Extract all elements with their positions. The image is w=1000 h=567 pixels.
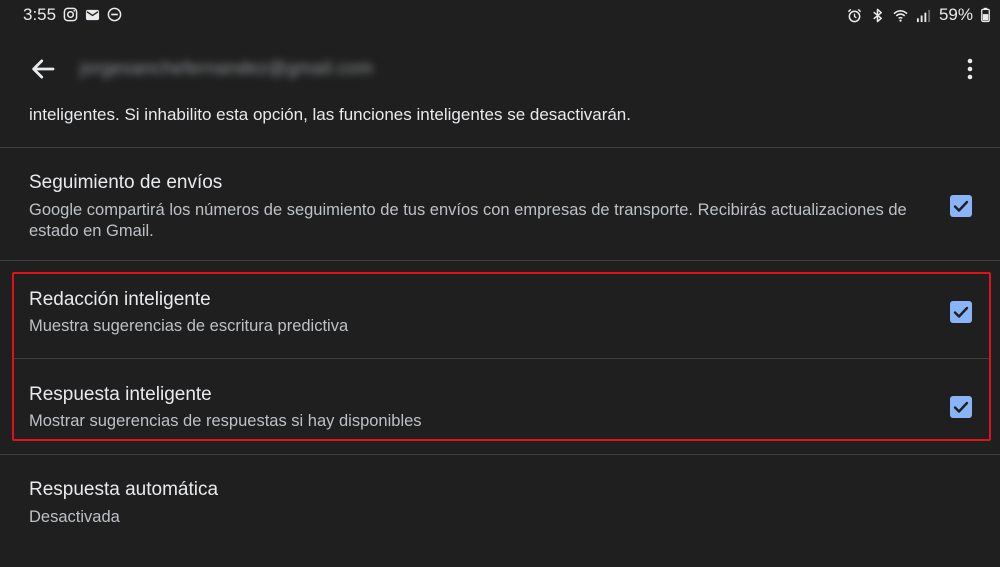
status-system-icons: 59% [847, 5, 990, 25]
package-tracking-checkbox[interactable] [950, 195, 972, 217]
alarm-icon [847, 8, 862, 22]
setting-title: Seguimiento de envíos [29, 172, 223, 193]
app-bar: jorgesanchefernandez@gmail.com [0, 40, 1000, 96]
setting-title: Redacción inteligente [29, 289, 211, 310]
setting-smart-compose[interactable]: Redacción inteligente Muestra sugerencia… [0, 274, 1000, 358]
arrow-back-icon [32, 59, 55, 79]
setting-description: Muestra sugerencias de escritura predict… [29, 317, 349, 335]
status-time: 3:55 [23, 5, 57, 24]
status-bar: 3:55 59% [0, 0, 1000, 30]
setting-auto-reply[interactable]: Respuesta automática Desactivada [0, 455, 1000, 567]
overflow-menu-button[interactable] [958, 56, 982, 82]
back-button[interactable] [28, 54, 58, 84]
smart-compose-checkbox[interactable] [950, 301, 972, 323]
setting-status: Desactivada [29, 508, 120, 526]
divider [0, 260, 1000, 261]
setting-title: Respuesta automática [29, 479, 219, 500]
check-icon [953, 401, 969, 413]
account-email: jorgesanchefernandez@gmail.com [80, 58, 374, 78]
check-icon [953, 200, 969, 212]
mail-notification-icon [85, 9, 100, 21]
setting-title: Respuesta inteligente [29, 384, 212, 405]
do-not-disturb-icon [107, 7, 122, 22]
setting-description: Mostrar sugerencias de respuestas si hay… [29, 412, 422, 430]
setting-package-tracking[interactable]: Seguimiento de envíos Google compartirá … [0, 148, 1000, 259]
smart-reply-checkbox[interactable] [950, 396, 972, 418]
battery-icon [981, 7, 990, 23]
setting-description: Google compartirá los números de seguimi… [29, 201, 907, 240]
setting-smart-reply[interactable]: Respuesta inteligente Mostrar sugerencia… [0, 359, 1000, 440]
signal-icon [916, 9, 931, 22]
instagram-icon [63, 7, 78, 22]
status-notification-icons [63, 7, 122, 22]
more-vert-icon [967, 58, 973, 80]
wifi-icon [893, 9, 908, 22]
check-icon [953, 306, 969, 318]
smart-features-description: inteligentes. Si inhabilito esta opción,… [29, 105, 631, 124]
battery-percentage: 59% [938, 5, 973, 24]
bluetooth-icon [873, 8, 882, 22]
